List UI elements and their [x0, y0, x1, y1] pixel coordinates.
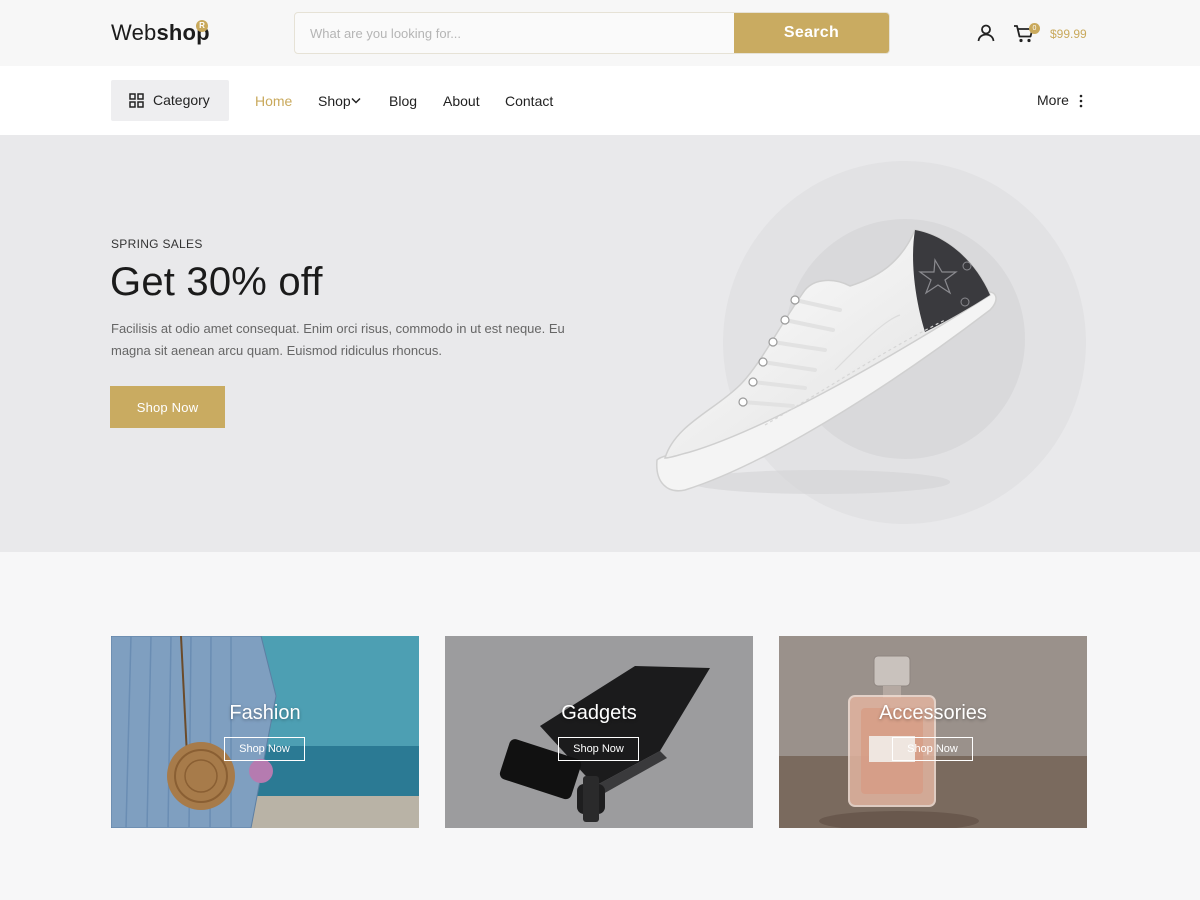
category-card-gadgets[interactable]: Gadgets Shop Now [445, 636, 753, 828]
grid-icon [129, 93, 144, 108]
cart-total[interactable]: $99.99 [1050, 27, 1087, 41]
site-logo[interactable]: Webshop [111, 20, 210, 46]
sneaker-image [656, 229, 997, 494]
main-nav: Category Home Shop Blog About Contact Mo… [0, 66, 1200, 135]
chevron-down-icon[interactable] [351, 97, 361, 104]
hero-description: Facilisis at odio amet consequat. Enim o… [111, 321, 565, 358]
top-header: Webshop R Search 0 $99.99 [0, 0, 1200, 66]
logo-text-regular: Web [111, 20, 157, 45]
cart-count-badge: 0 [1029, 23, 1040, 34]
search-bar: Search [294, 12, 890, 54]
vertical-dots-icon[interactable] [1078, 94, 1084, 108]
fashion-shop-now-button[interactable]: Shop Now [224, 737, 305, 761]
accessories-shop-now-button[interactable]: Shop Now [892, 737, 973, 761]
hero-shop-now-button[interactable]: Shop Now [110, 386, 225, 428]
category-card-fashion[interactable]: Fashion Shop Now [111, 636, 419, 828]
category-button[interactable]: Category [111, 80, 229, 121]
category-title-accessories: Accessories [879, 702, 987, 724]
category-title-gadgets: Gadgets [561, 702, 637, 724]
category-card-accessories[interactable]: Accessories Shop Now [779, 636, 1087, 828]
nav-home[interactable]: Home [255, 93, 292, 109]
nav-blog[interactable]: Blog [389, 93, 417, 109]
logo-badge: R [196, 20, 208, 32]
hero-title: Get 30% off [110, 260, 323, 304]
accessories-image [779, 636, 1087, 828]
search-button[interactable]: Search [734, 13, 889, 53]
search-input[interactable] [295, 13, 735, 53]
nav-about[interactable]: About [443, 93, 480, 109]
hero-banner: SPRING SALES Get 30% off Facilisis at od… [0, 135, 1200, 552]
fashion-image [111, 636, 419, 828]
more-menu[interactable]: More [1037, 92, 1069, 108]
category-title-fashion: Fashion [229, 702, 301, 724]
hero-kicker: SPRING SALES [111, 237, 203, 251]
category-label: Category [153, 92, 210, 108]
nav-contact[interactable]: Contact [505, 93, 553, 109]
gadgets-image [445, 636, 753, 828]
user-icon[interactable] [976, 23, 996, 43]
gadgets-shop-now-button[interactable]: Shop Now [558, 737, 639, 761]
nav-shop[interactable]: Shop [318, 93, 351, 109]
